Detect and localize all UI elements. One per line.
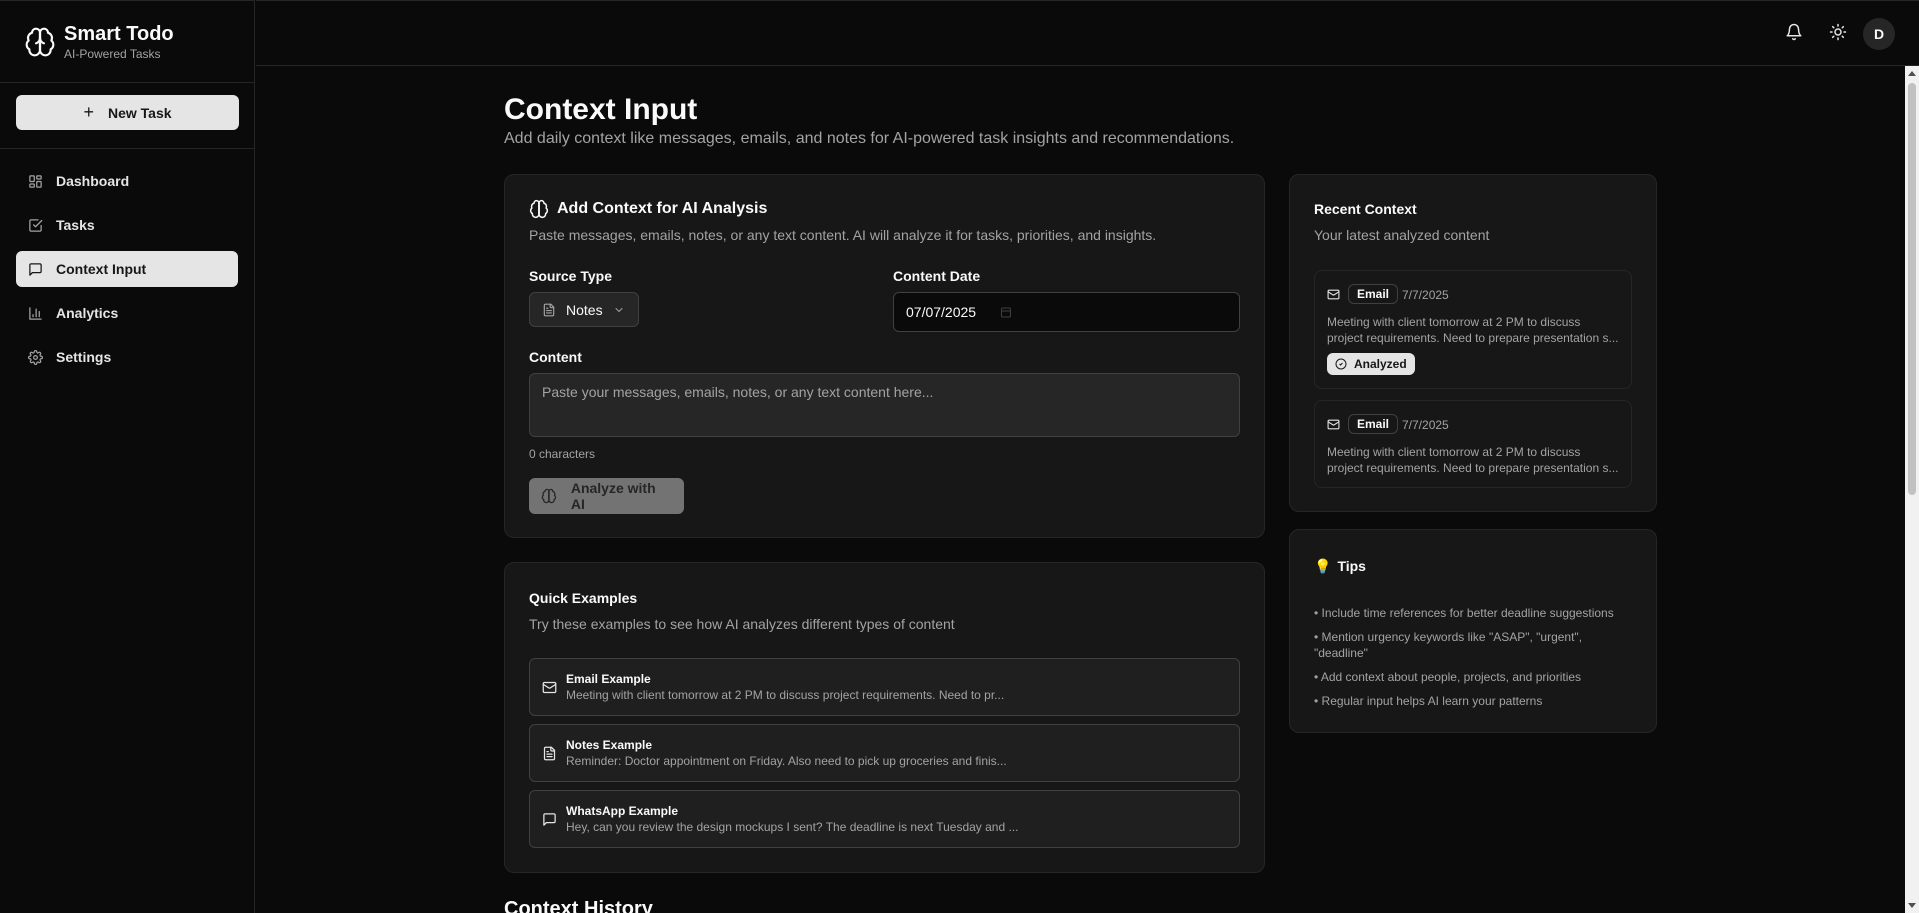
content-date-label: Content Date xyxy=(893,268,981,284)
source-type-value: Notes xyxy=(566,301,603,318)
file-text-icon xyxy=(543,746,556,761)
example-notes[interactable]: Notes Example Reminder: Doctor appointme… xyxy=(529,724,1240,782)
content-placeholder: Paste your messages, emails, notes, or a… xyxy=(542,384,934,400)
message-square-icon xyxy=(543,813,556,826)
content-label: Content xyxy=(529,349,582,365)
tip-item: • Regular input helps AI learn your patt… xyxy=(1314,694,1543,708)
recent-context-item[interactable]: Email 7/7/2025 Meeting with client tomor… xyxy=(1314,270,1632,389)
example-text: Hey, can you review the design mockups I… xyxy=(566,820,1019,834)
new-task-button[interactable]: + New Task xyxy=(16,95,239,130)
quick-examples-card: Quick Examples Try these examples to see… xyxy=(504,562,1265,873)
page-title: Context Input xyxy=(504,93,698,126)
app-name: Smart Todo xyxy=(64,22,174,45)
recent-context-card: Recent Context Your latest analyzed cont… xyxy=(1289,174,1657,512)
brand[interactable]: Smart Todo AI-Powered Tasks xyxy=(0,1,254,83)
check-square-icon xyxy=(29,218,43,232)
example-whatsapp[interactable]: WhatsApp Example Hey, can you review the… xyxy=(529,790,1240,848)
page-scrollbar[interactable] xyxy=(1905,66,1919,913)
source-type-label: Source Type xyxy=(529,268,612,284)
check-circle-icon xyxy=(1335,358,1347,370)
sidebar-item-label: Tasks xyxy=(56,217,95,233)
content-textarea[interactable]: Paste your messages, emails, notes, or a… xyxy=(529,373,1240,437)
recent-date: 7/7/2025 xyxy=(1402,288,1449,302)
tips-card: 💡 Tips • Include time references for bet… xyxy=(1289,529,1657,733)
layout-grid-icon xyxy=(29,174,42,188)
page-subtitle: Add daily context like messages, emails,… xyxy=(504,130,1235,147)
scroll-up-arrow-icon[interactable] xyxy=(1908,71,1916,76)
recent-context-item[interactable]: Email 7/7/2025 Meeting with client tomor… xyxy=(1314,400,1632,488)
sidebar-item-settings[interactable]: Settings xyxy=(16,339,238,375)
sidebar: Smart Todo AI-Powered Tasks + New Task D… xyxy=(0,0,255,913)
message-square-icon xyxy=(29,262,42,276)
sidebar-item-tasks[interactable]: Tasks xyxy=(16,207,238,243)
recent-text-line2: project requirements. Need to prepare pr… xyxy=(1327,461,1619,475)
content-date-value: 07/07/2025 xyxy=(906,304,977,320)
content-date-input[interactable]: 07/07/2025 xyxy=(893,292,1240,332)
sidebar-item-label: Dashboard xyxy=(56,173,130,189)
sidebar-item-label: Analytics xyxy=(56,305,119,321)
calendar-icon xyxy=(1001,307,1012,318)
analyzed-status-badge: Analyzed xyxy=(1327,353,1415,375)
source-type-select[interactable]: Notes xyxy=(529,292,639,327)
tips-title: Tips xyxy=(1337,558,1366,574)
new-task-label: New Task xyxy=(107,104,172,121)
sidebar-item-dashboard[interactable]: Dashboard xyxy=(16,163,238,199)
bell-icon xyxy=(1786,23,1802,41)
scroll-thumb[interactable] xyxy=(1908,83,1916,495)
add-context-card: Add Context for AI Analysis Paste messag… xyxy=(504,174,1265,538)
sidebar-nav: Dashboard Tasks Context Input Analytics … xyxy=(0,149,254,375)
avatar[interactable]: D xyxy=(1863,18,1895,50)
source-badge: Email xyxy=(1348,284,1399,304)
quick-examples-description: Try these examples to see how AI analyze… xyxy=(529,616,955,632)
mail-icon xyxy=(1327,289,1340,300)
sidebar-item-label: Context Input xyxy=(56,261,147,277)
tip-item: • Include time references for better dea… xyxy=(1314,606,1614,620)
bar-chart-icon xyxy=(29,306,42,320)
quick-examples-title: Quick Examples xyxy=(529,590,638,606)
theme-toggle-button[interactable] xyxy=(1829,23,1849,43)
scroll-down-arrow-icon[interactable] xyxy=(1908,903,1916,908)
sidebar-item-context-input[interactable]: Context Input xyxy=(16,251,238,287)
add-context-title: Add Context for AI Analysis xyxy=(557,200,768,217)
recent-text-line1: Meeting with client tomorrow at 2 PM to … xyxy=(1327,445,1581,459)
notifications-button[interactable] xyxy=(1785,23,1805,43)
add-context-description: Paste messages, emails, notes, or any te… xyxy=(529,227,1157,243)
char-count: 0 characters xyxy=(529,447,596,461)
example-text: Reminder: Doctor appointment on Friday. … xyxy=(566,754,1007,768)
brain-logo-icon xyxy=(25,27,55,56)
lightbulb-icon: 💡 xyxy=(1314,557,1332,574)
chevron-down-icon xyxy=(615,307,623,312)
example-title: Notes Example xyxy=(566,738,653,752)
app-tagline: AI-Powered Tasks xyxy=(64,46,161,61)
analyze-label: Analyze with AI xyxy=(570,480,656,512)
tip-item: • Mention urgency keywords like "ASAP", … xyxy=(1314,630,1583,660)
example-email[interactable]: Email Example Meeting with client tomorr… xyxy=(529,658,1240,716)
brain-icon xyxy=(541,488,557,504)
mail-icon xyxy=(1327,419,1340,430)
recent-text-line2: project requirements. Need to prepare pr… xyxy=(1327,331,1619,345)
recent-text-line1: Meeting with client tomorrow at 2 PM to … xyxy=(1327,315,1581,329)
recent-context-description: Your latest analyzed content xyxy=(1314,227,1490,243)
file-text-icon xyxy=(543,303,555,316)
plus-icon: + xyxy=(83,102,94,122)
recent-date: 7/7/2025 xyxy=(1402,418,1449,432)
sidebar-item-analytics[interactable]: Analytics xyxy=(16,295,238,331)
sun-icon xyxy=(1829,23,1847,41)
context-history-title: Context History xyxy=(504,898,653,913)
top-bar: D xyxy=(256,0,1919,66)
mail-icon xyxy=(542,681,557,694)
source-badge: Email xyxy=(1348,414,1399,434)
gear-icon xyxy=(28,349,43,365)
example-text: Meeting with client tomorrow at 2 PM to … xyxy=(566,688,1005,702)
tip-item: • Add context about people, projects, an… xyxy=(1314,670,1582,684)
sidebar-item-label: Settings xyxy=(56,349,112,365)
analyzed-label: Analyzed xyxy=(1354,357,1407,371)
brain-icon xyxy=(529,199,549,219)
recent-context-title: Recent Context xyxy=(1314,201,1417,217)
example-title: Email Example xyxy=(566,672,651,686)
analyze-with-ai-button[interactable]: Analyze with AI xyxy=(529,478,684,514)
example-title: WhatsApp Example xyxy=(566,804,679,818)
